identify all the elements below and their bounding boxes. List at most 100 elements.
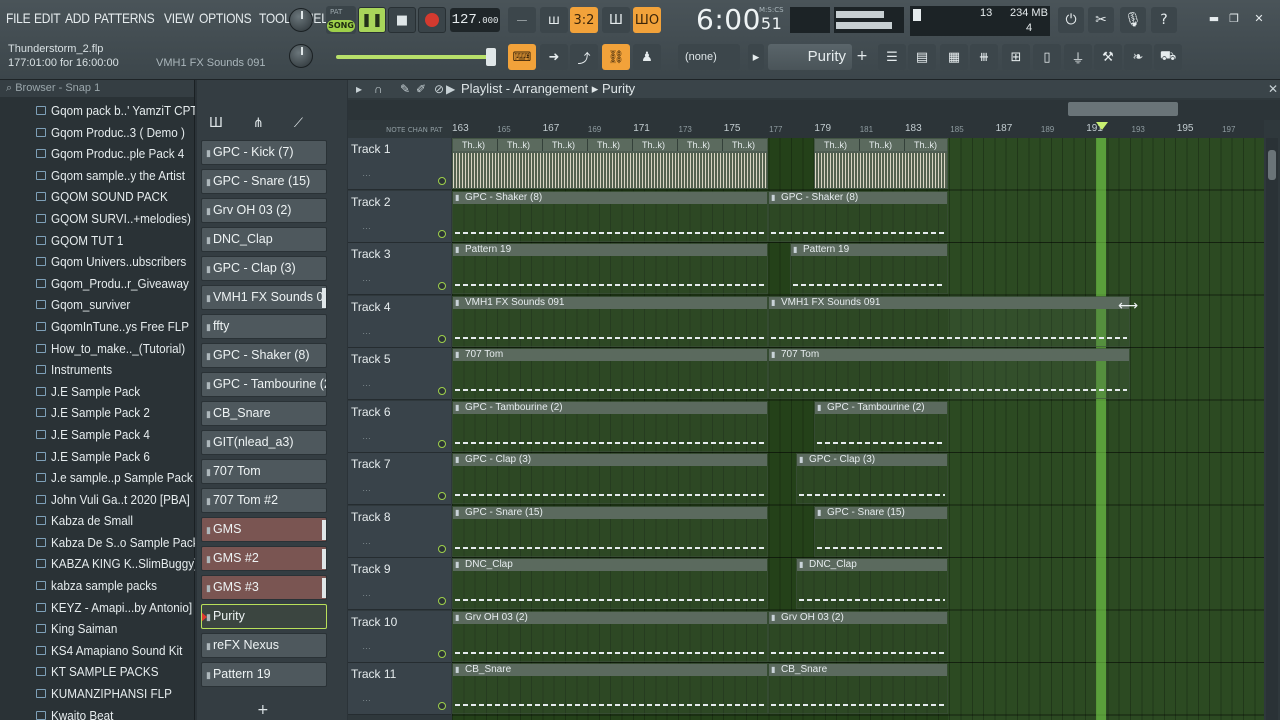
pause-button[interactable]: ❚❚ bbox=[358, 7, 386, 33]
audio-clip[interactable]: Th..k) Th..k) Th..k) bbox=[814, 138, 948, 189]
pattern-clip[interactable]: GPC - Tambourine (2) bbox=[452, 400, 768, 452]
pattern-clip[interactable]: GPC - Snare (15) bbox=[814, 505, 948, 557]
channel-button[interactable]: ▮ GPC - Snare (15) bbox=[201, 169, 327, 194]
play-icon[interactable]: ▶ bbox=[446, 80, 455, 98]
typing-keyboard-button[interactable]: ⌨ bbox=[508, 44, 536, 70]
menu-options[interactable]: OPTIONS bbox=[199, 10, 252, 26]
add-channel-button[interactable]: + bbox=[257, 702, 269, 718]
pattern-clip[interactable]: GPC - Tambourine (2) bbox=[814, 400, 948, 452]
cut-button[interactable]: ✂ bbox=[1088, 7, 1114, 33]
track-header[interactable]: Track 1… bbox=[348, 138, 451, 190]
swing-icon[interactable]: ⟋ bbox=[294, 116, 303, 131]
master-volume-knob[interactable] bbox=[289, 8, 313, 32]
track-mute-led[interactable] bbox=[438, 492, 446, 500]
browser-folder-item[interactable]: GQOM TUT 1 bbox=[0, 230, 195, 252]
channel-button[interactable]: ▮ VMH1 FX Sounds 091 bbox=[201, 285, 327, 310]
audio-clip[interactable]: Th..k) Th..k) Th..k) Th..k) Th..k) Th..k) Th..… bbox=[452, 138, 768, 189]
track-header[interactable]: Track 9… bbox=[348, 558, 451, 610]
pattern-clip[interactable]: Pattern 19 bbox=[790, 243, 948, 294]
refresh-button[interactable]: ⏻ bbox=[1058, 7, 1084, 33]
channel-button[interactable]: ▮ GMS #3 bbox=[201, 575, 327, 600]
track-header[interactable]: Track 2… bbox=[348, 190, 451, 243]
browser-folder-item[interactable]: J.E Sample Pack bbox=[0, 381, 195, 403]
timeline-ruler[interactable]: 163 165 167 169 171 173 175 177 179 181 183 185 187 1… bbox=[452, 120, 1264, 138]
channel-button[interactable]: ▮ Pattern 19 bbox=[201, 662, 327, 687]
track-mute-led[interactable] bbox=[438, 282, 446, 290]
pattern-clip[interactable]: 707 Tom bbox=[452, 348, 768, 399]
browser-folder-item[interactable]: GQOM SOUND PACK bbox=[0, 186, 195, 208]
browser-folder-item[interactable]: J.e sample..p Sample Pack bbox=[0, 467, 195, 489]
track-mute-led[interactable] bbox=[438, 649, 446, 658]
wait-input-button[interactable]: ш bbox=[540, 7, 568, 33]
tools-button[interactable]: ⚒ bbox=[1094, 44, 1122, 70]
pattern-clip[interactable]: GPC - Clap (3) bbox=[452, 453, 768, 504]
pattern-clip[interactable]: DNC_Clap bbox=[452, 558, 768, 609]
record-button[interactable] bbox=[418, 7, 446, 33]
current-pattern-selector[interactable]: Purity bbox=[768, 44, 852, 70]
browser-folder-item[interactable]: J.E Sample Pack 4 bbox=[0, 424, 195, 446]
browser-folder-item[interactable]: KS4 Amapiano Sound Kit bbox=[0, 640, 195, 662]
track-mute-led[interactable] bbox=[438, 387, 446, 395]
browser-folder-item[interactable]: kabza sample packs bbox=[0, 575, 195, 597]
pattern-clip[interactable]: Grv OH 03 (2) bbox=[768, 610, 948, 662]
playlist-button[interactable]: ☰ bbox=[878, 44, 906, 70]
channel-button[interactable]: ▮ ffty bbox=[201, 314, 327, 339]
pattern-selector[interactable]: (none) bbox=[678, 44, 740, 70]
pattern-clip[interactable]: 707 Tom bbox=[768, 348, 1130, 399]
pattern-clip[interactable]: GPC - Shaker (8) bbox=[768, 190, 948, 242]
arrangement-grid[interactable]: Th..k) Th..k) Th..k) Th..k) Th..k) Th..k) Th..… bbox=[452, 138, 1264, 720]
pencil-icon[interactable]: ✎ bbox=[400, 80, 410, 98]
horizontal-scrollbar[interactable] bbox=[348, 100, 1280, 120]
close-button[interactable]: ✕ bbox=[1250, 12, 1268, 28]
track-mute-led[interactable] bbox=[438, 334, 446, 343]
loop-record-button[interactable]: ШO bbox=[633, 7, 661, 33]
browser-folder-item[interactable]: King Saiman bbox=[0, 618, 195, 640]
track-mute-led[interactable] bbox=[438, 229, 446, 238]
playlist-titlebar[interactable]: ▸ ∩ ✎ ✐ ⊘ ▶ Playlist - Arrangement ▸ Pur… bbox=[348, 80, 1280, 98]
browser-folder-item[interactable]: Kabza de Small bbox=[0, 510, 195, 532]
browser-folder-item[interactable]: Kabza De S..o Sample Pack bbox=[0, 532, 195, 554]
browser-folder-item[interactable]: John Vuli Ga..t 2020 [PBA] bbox=[0, 489, 195, 511]
channel-button[interactable]: ▮ 707 Tom #2 bbox=[201, 488, 327, 513]
pattern-clip[interactable]: Grv OH 03 (2) bbox=[452, 610, 768, 662]
scrollbar-thumb[interactable] bbox=[1068, 102, 1178, 116]
delete-icon[interactable]: ⊘ bbox=[434, 80, 444, 98]
track-header[interactable]: Track 6… bbox=[348, 400, 451, 453]
graph-editor-icon[interactable]: ⋔ bbox=[253, 116, 264, 131]
channel-button[interactable]: ▮ GMS #2 bbox=[201, 546, 327, 571]
channel-button[interactable]: ▮ GPC - Clap (3) bbox=[201, 256, 327, 281]
menu-edit[interactable]: EDIT bbox=[34, 10, 61, 26]
help-button[interactable]: ? bbox=[1151, 7, 1177, 33]
snap-button[interactable]: ♟ bbox=[633, 44, 661, 70]
browser-header[interactable]: ⌕ Browser - Snap 1 bbox=[0, 80, 194, 97]
pattern-clip[interactable]: GPC - Shaker (8) bbox=[452, 190, 768, 242]
channel-button[interactable]: ▮ Purity bbox=[201, 604, 327, 629]
minimize-button[interactable]: ▬ bbox=[1205, 12, 1223, 28]
multilink-button[interactable]: ⛓ bbox=[602, 44, 630, 70]
browser-folder-item[interactable]: Gqom_surviver bbox=[0, 294, 195, 316]
vertical-scrollbar[interactable] bbox=[1266, 138, 1278, 720]
tempo-display[interactable]: 127.000 bbox=[450, 8, 500, 32]
browser-folder-item[interactable]: Gqom Produc..3 ( Demo ) bbox=[0, 122, 195, 144]
track-mute-led[interactable] bbox=[438, 544, 446, 553]
brush-icon[interactable]: ✐ bbox=[416, 80, 426, 98]
pattern-clip[interactable]: DNC_Clap bbox=[796, 558, 948, 609]
pattern-clip[interactable]: Pattern 19 bbox=[452, 243, 768, 294]
channel-button[interactable]: ▮ reFX Nexus bbox=[201, 633, 327, 658]
track-mute-led[interactable] bbox=[438, 439, 446, 448]
chevron-right-icon[interactable]: ▸ bbox=[356, 80, 362, 98]
oscilloscope[interactable] bbox=[790, 7, 830, 33]
plugin-picker-button[interactable]: ⏚ bbox=[1064, 44, 1092, 70]
vscroll-thumb[interactable] bbox=[1268, 150, 1276, 180]
cpu-memory-panel[interactable]: 13 234 MB 4 bbox=[910, 6, 1050, 36]
track-header[interactable]: Track 10… bbox=[348, 610, 451, 663]
step-sequencer-icon[interactable]: Ш bbox=[209, 116, 223, 131]
pattern-clip[interactable]: VMH1 FX Sounds 091 bbox=[768, 295, 1130, 347]
browser-folder-item[interactable]: KUMANZIPHANSI FLP bbox=[0, 683, 195, 705]
browser-folder-item[interactable]: J.E Sample Pack 2 bbox=[0, 402, 195, 424]
microphone-button[interactable]: 🎙 bbox=[1120, 7, 1146, 33]
pattern-clip[interactable]: GPC - Snare (15) bbox=[452, 505, 768, 557]
close-playlist-icon[interactable]: ✕ bbox=[1268, 80, 1278, 98]
maximize-button[interactable]: ❐ bbox=[1225, 12, 1243, 28]
channel-button[interactable]: ▮ GPC - Shaker (8) bbox=[201, 343, 327, 368]
